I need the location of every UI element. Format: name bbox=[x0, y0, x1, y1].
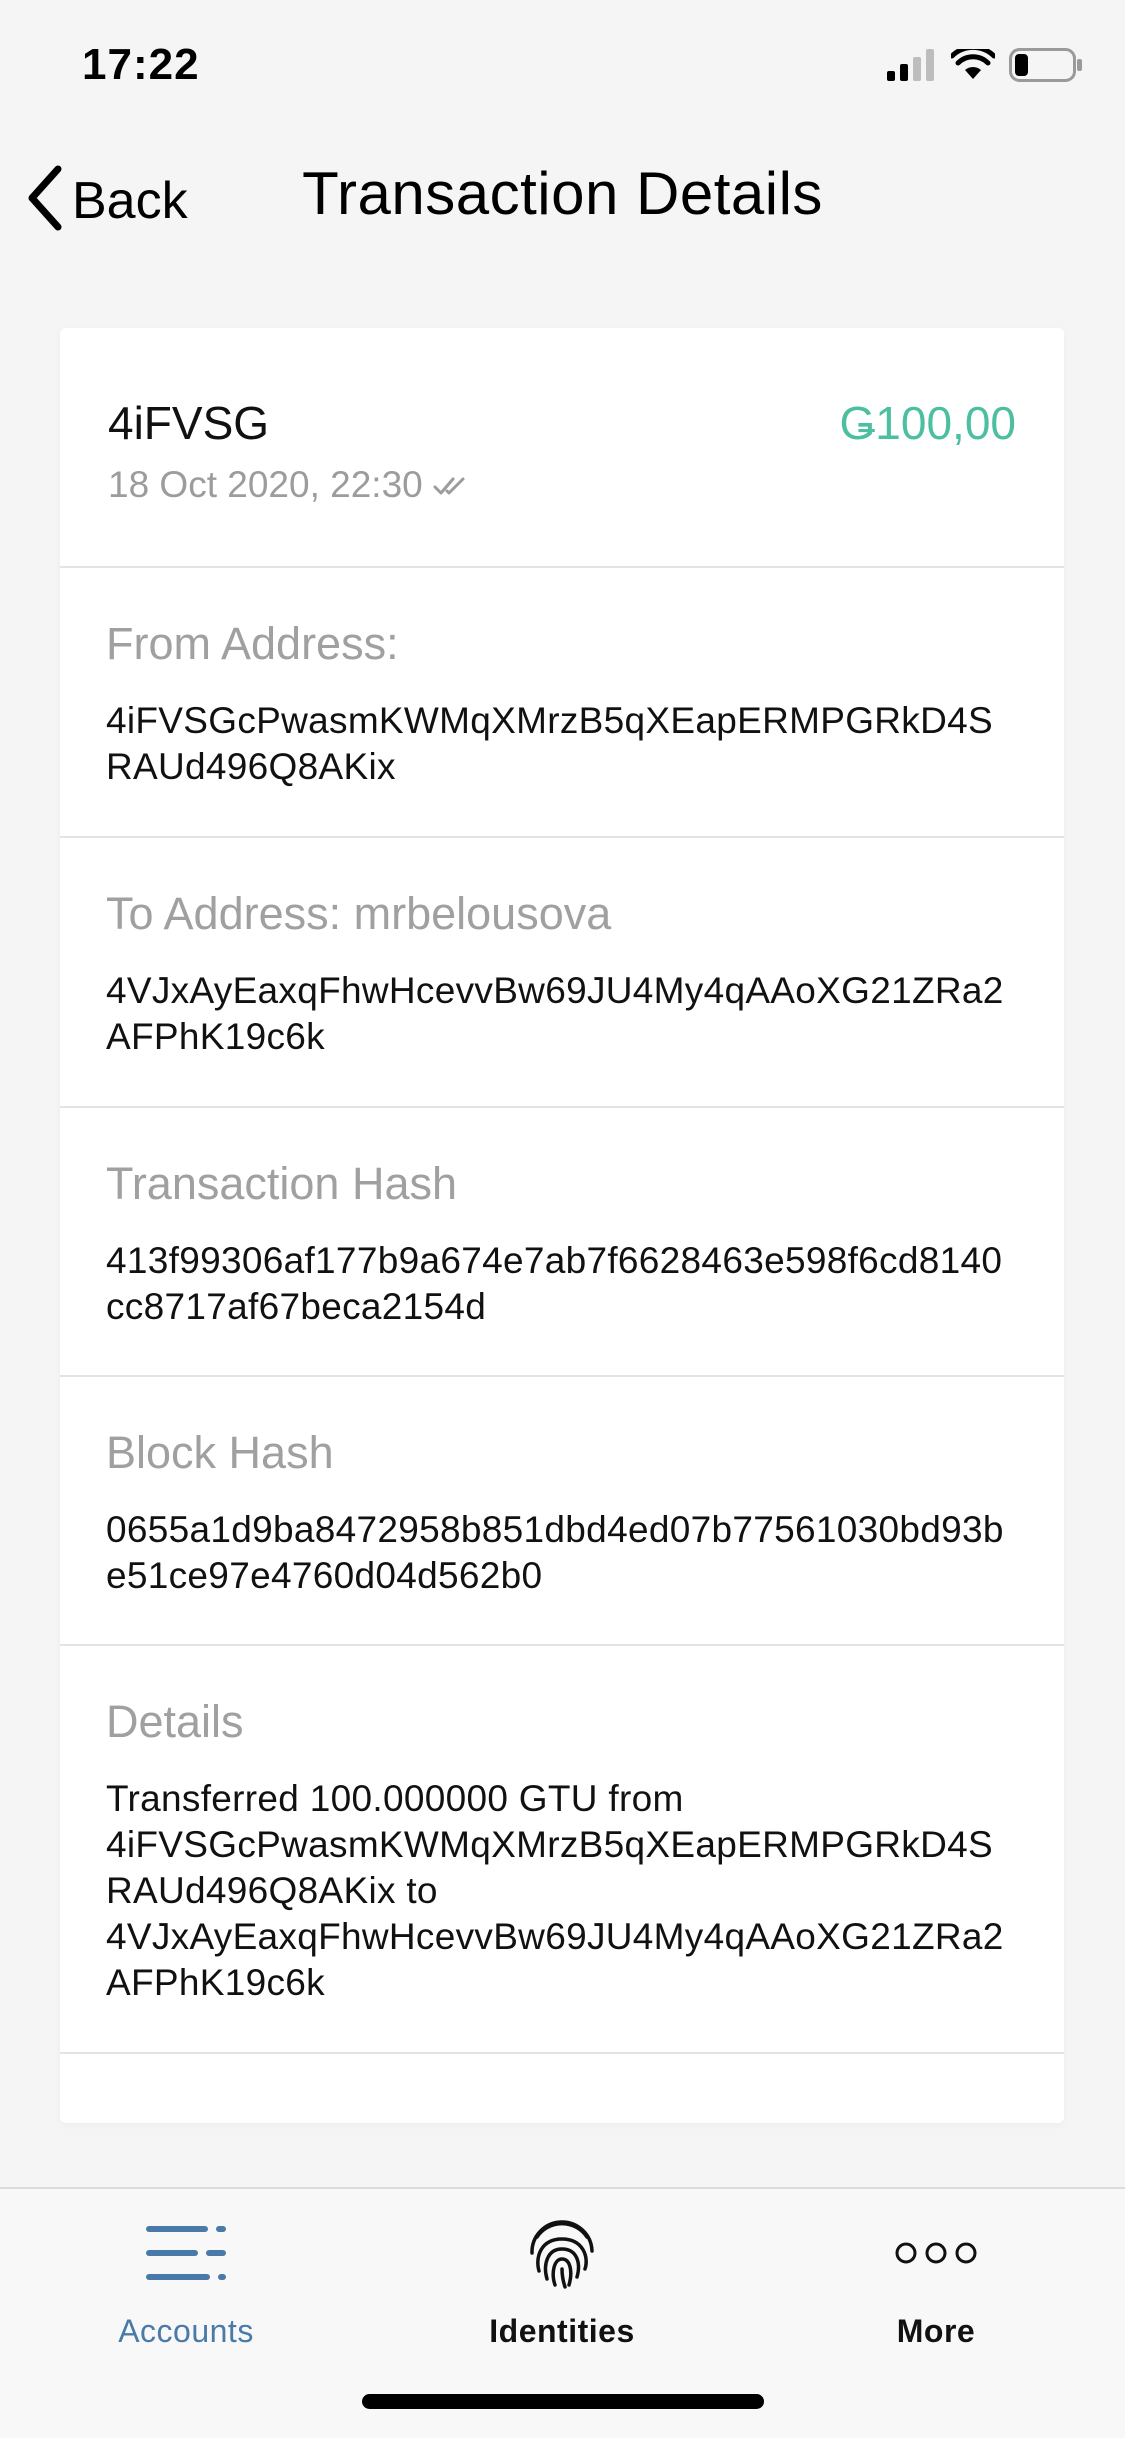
transaction-header: 4iFVSG Ǥ100,00 18 Oct 2020, 22:30 bbox=[60, 328, 1064, 568]
status-time: 17:22 bbox=[82, 40, 200, 89]
transaction-hash-value[interactable]: 413f99306af177b9a674e7ab7f6628463e598f6c… bbox=[106, 1238, 1018, 1330]
status-bar: 17:22 bbox=[0, 0, 1125, 135]
more-dots-icon bbox=[786, 2213, 1086, 2293]
block-hash-section: Block Hash 0655a1d9ba8472958b851dbd4ed07… bbox=[60, 1377, 1064, 1646]
home-indicator bbox=[362, 2394, 764, 2409]
details-section: Details Transferred 100.000000 GTU from … bbox=[60, 1646, 1064, 2054]
tab-accounts-label: Accounts bbox=[118, 2313, 254, 2349]
transaction-card: 4iFVSG Ǥ100,00 18 Oct 2020, 22:30 From A… bbox=[60, 328, 1064, 2123]
block-hash-value[interactable]: 0655a1d9ba8472958b851dbd4ed07b77561030bd… bbox=[106, 1507, 1018, 1599]
accounts-list-icon bbox=[36, 2213, 336, 2293]
from-address-label: From Address: bbox=[106, 618, 399, 669]
to-address-label: To Address: mrbelousova bbox=[106, 888, 612, 939]
nav-bar: Transaction Details Back bbox=[0, 135, 1125, 255]
details-value: Transferred 100.000000 GTU from 4iFVSGcP… bbox=[106, 1776, 1018, 2006]
cellular-signal-icon bbox=[887, 49, 937, 86]
transaction-hash-label: Transaction Hash bbox=[106, 1158, 457, 1209]
details-line: 4VJxAyEaxqFhwHcevvBw69JU4My4qAAoXG21ZRa2… bbox=[106, 1916, 1004, 2003]
block-hash-label: Block Hash bbox=[106, 1427, 334, 1478]
back-button[interactable]: Back bbox=[22, 163, 188, 238]
tab-bar: Accounts Identities More bbox=[0, 2187, 1125, 2438]
details-label: Details bbox=[106, 1696, 244, 1747]
fingerprint-icon bbox=[412, 2213, 712, 2293]
tab-accounts[interactable]: Accounts bbox=[36, 2213, 336, 2350]
transaction-hash-section: Transaction Hash 413f99306af177b9a674e7a… bbox=[60, 1108, 1064, 1377]
from-address-section: From Address: 4iFVSGcPwasmKWMqXMrzB5qXEa… bbox=[60, 568, 1064, 838]
tab-identities[interactable]: Identities bbox=[412, 2213, 712, 2350]
wifi-icon bbox=[949, 44, 997, 86]
tab-more[interactable]: More bbox=[786, 2213, 1086, 2350]
to-address-value[interactable]: 4VJxAyEaxqFhwHcevvBw69JU4My4qAAoXG21ZRa2… bbox=[106, 968, 1018, 1060]
status-icons bbox=[887, 44, 1083, 87]
battery-icon bbox=[1009, 48, 1083, 87]
transaction-amount: Ǥ100,00 bbox=[839, 397, 1016, 449]
transaction-date-row: 18 Oct 2020, 22:30 bbox=[108, 464, 469, 506]
transaction-id: 4iFVSG bbox=[108, 397, 270, 449]
chevron-left-icon bbox=[22, 163, 66, 238]
tab-identities-label: Identities bbox=[489, 2313, 635, 2349]
transaction-date: 18 Oct 2020, 22:30 bbox=[108, 464, 423, 505]
from-address-value[interactable]: 4iFVSGcPwasmKWMqXMrzB5qXEapERMPGRkD4SRAU… bbox=[106, 698, 1018, 790]
to-address-section: To Address: mrbelousova 4VJxAyEaxqFhwHce… bbox=[60, 838, 1064, 1108]
details-line: 4iFVSGcPwasmKWMqXMrzB5qXEapERMPGRkD4SRAU… bbox=[106, 1824, 993, 1911]
details-line: Transferred 100.000000 GTU from bbox=[106, 1778, 684, 1819]
double-check-icon bbox=[433, 464, 469, 506]
tab-more-label: More bbox=[896, 2313, 976, 2349]
back-label: Back bbox=[72, 171, 188, 230]
